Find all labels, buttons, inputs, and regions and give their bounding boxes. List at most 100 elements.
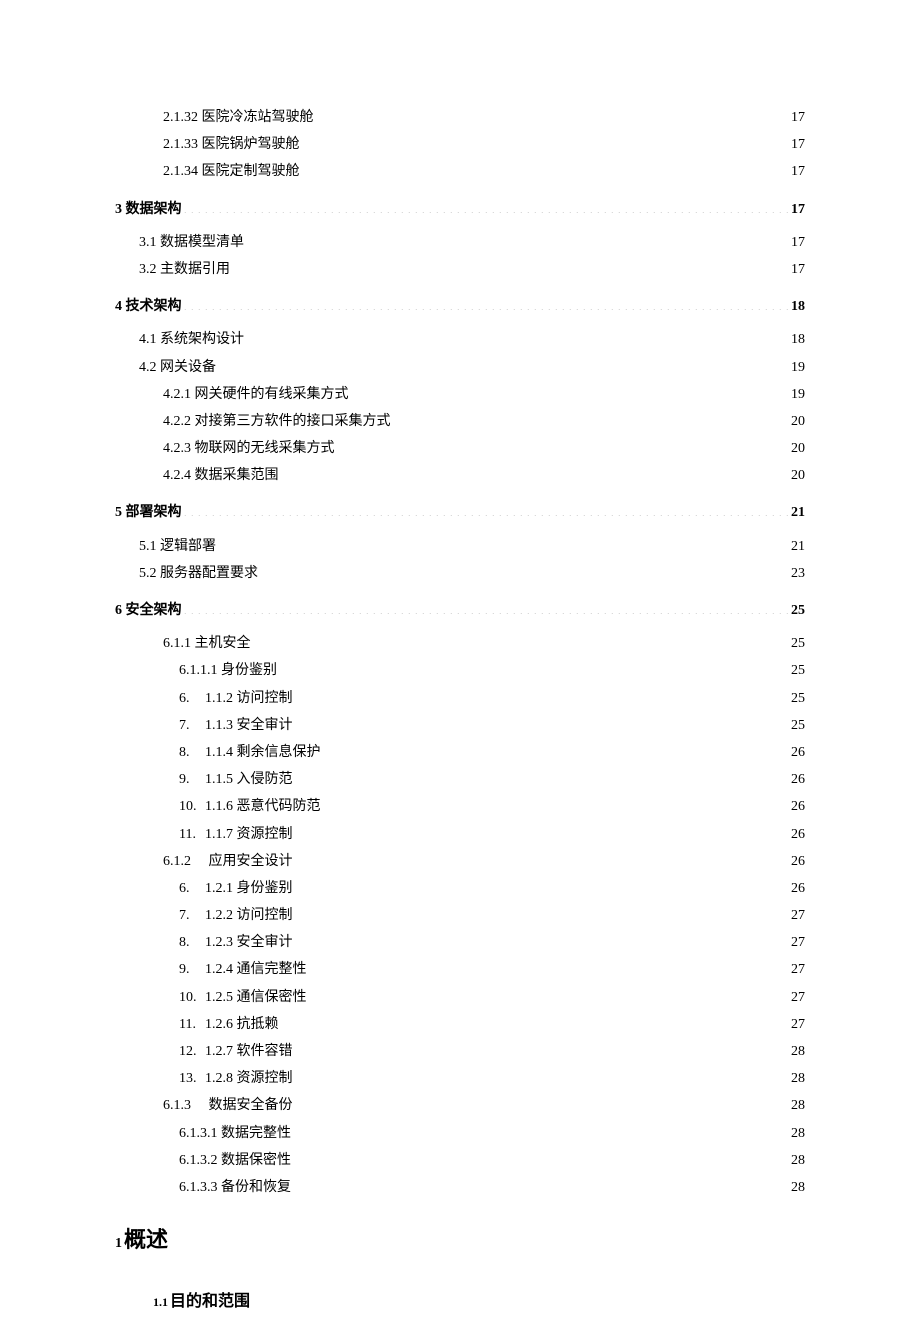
toc-page-number: 17 bbox=[791, 159, 805, 184]
toc-label: 9.1.2.4 通信完整性 bbox=[179, 957, 307, 982]
toc-leader-dots bbox=[184, 199, 790, 213]
toc-page-number: 26 bbox=[791, 794, 805, 819]
toc-leader-dots bbox=[323, 796, 790, 810]
toc-page-number: 17 bbox=[791, 105, 805, 130]
toc-entry[interactable]: 2.1.33 医院锅炉驾驶舱17 bbox=[115, 132, 805, 157]
toc-label: 6.1.2 应用安全设计 bbox=[163, 849, 293, 874]
toc-page-number: 28 bbox=[791, 1066, 805, 1091]
toc-entry[interactable]: 9.1.2.4 通信完整性27 bbox=[115, 957, 805, 982]
toc-leader-dots bbox=[323, 742, 790, 756]
toc-page-number: 17 bbox=[791, 230, 805, 255]
toc-entry[interactable]: 3 数据架构 17 bbox=[115, 197, 805, 222]
toc-label: 2.1.34 医院定制驾驶舱 bbox=[163, 159, 300, 184]
toc-entry[interactable]: 4.2.3 物联网的无线采集方式20 bbox=[115, 436, 805, 461]
toc-leader-dots bbox=[184, 502, 790, 516]
toc-list-number: 10. bbox=[179, 985, 205, 1010]
toc-list-number: 12. bbox=[179, 1039, 205, 1064]
toc-label: 5.2 服务器配置要求 bbox=[139, 561, 258, 586]
toc-leader-dots bbox=[295, 905, 790, 919]
toc-entry[interactable]: 11.1.2.6 抗抵赖27 bbox=[115, 1012, 805, 1037]
toc-page-number: 20 bbox=[791, 463, 805, 488]
toc-leader-dots bbox=[393, 411, 790, 425]
toc-label: 3.1 数据模型清单 bbox=[139, 230, 244, 255]
toc-entry[interactable]: 4.1 系统架构设计18 bbox=[115, 327, 805, 352]
toc-leader-dots bbox=[246, 329, 789, 343]
toc-entry[interactable]: 10.1.1.6 恶意代码防范26 bbox=[115, 794, 805, 819]
toc-leader-dots bbox=[295, 878, 790, 892]
toc-list-number: 13. bbox=[179, 1066, 205, 1091]
toc-entry[interactable]: 6.1.1.2 访问控制25 bbox=[115, 686, 805, 711]
table-of-contents: 2.1.32 医院冷冻站驾驶舱172.1.33 医院锅炉驾驶舱172.1.34 … bbox=[115, 105, 805, 1200]
toc-entry[interactable]: 5.1 逻辑部署21 bbox=[115, 534, 805, 559]
toc-label: 7.1.1.3 安全审计 bbox=[179, 713, 293, 738]
toc-page-number: 28 bbox=[791, 1093, 805, 1118]
toc-list-number: 7. bbox=[179, 903, 205, 928]
toc-entry[interactable]: 6.1.1.1 身份鉴别25 bbox=[115, 658, 805, 683]
toc-label: 6.1.3.2 数据保密性 bbox=[179, 1148, 291, 1173]
toc-page-number: 27 bbox=[791, 985, 805, 1010]
toc-label: 3 数据架构 bbox=[115, 197, 182, 222]
toc-entry[interactable]: 7.1.2.2 访问控制27 bbox=[115, 903, 805, 928]
toc-label: 6 安全架构 bbox=[115, 598, 182, 623]
toc-label: 4.1 系统架构设计 bbox=[139, 327, 244, 352]
toc-entry[interactable]: 5.2 服务器配置要求 23 bbox=[115, 561, 805, 586]
toc-entry[interactable]: 3.2 主数据引用17 bbox=[115, 257, 805, 282]
toc-entry[interactable]: 11.1.1.7 资源控制26 bbox=[115, 822, 805, 847]
toc-entry[interactable]: 6.1.3.2 数据保密性28 bbox=[115, 1148, 805, 1173]
toc-leader-dots bbox=[293, 1123, 789, 1137]
toc-page-number: 20 bbox=[791, 436, 805, 461]
toc-entry[interactable]: 4.2.2 对接第三方软件的接口采集方式20 bbox=[115, 409, 805, 434]
toc-page-number: 23 bbox=[791, 561, 805, 586]
toc-entry[interactable]: 4.2.4 数据采集范围 20 bbox=[115, 463, 805, 488]
toc-page-number: 17 bbox=[791, 197, 805, 222]
toc-entry[interactable]: 4 技术架构18 bbox=[115, 294, 805, 319]
toc-page-number: 21 bbox=[791, 500, 805, 525]
toc-page-number: 27 bbox=[791, 930, 805, 955]
toc-leader-dots bbox=[218, 357, 789, 371]
toc-entry[interactable]: 4.2 网关设备19 bbox=[115, 355, 805, 380]
toc-entry[interactable]: 2.1.32 医院冷冻站驾驶舱 17 bbox=[115, 105, 805, 130]
toc-label: 6.1.2.1 身份鉴别 bbox=[179, 876, 293, 901]
toc-leader-dots bbox=[232, 259, 789, 273]
toc-page-number: 26 bbox=[791, 740, 805, 765]
toc-entry[interactable]: 6.1.3.1 数据完整性28 bbox=[115, 1121, 805, 1146]
toc-entry[interactable]: 6.1.1 主机安全25 bbox=[115, 631, 805, 656]
toc-page-number: 26 bbox=[791, 876, 805, 901]
toc-page-number: 25 bbox=[791, 598, 805, 623]
toc-entry[interactable]: 3.1 数据模型清单 17 bbox=[115, 230, 805, 255]
toc-label: 8.1.2.3 安全审计 bbox=[179, 930, 293, 955]
toc-entry[interactable]: 13.1.2.8 资源控制28 bbox=[115, 1066, 805, 1091]
toc-entry[interactable]: 2.1.34 医院定制驾驶舱 17 bbox=[115, 159, 805, 184]
toc-page-number: 17 bbox=[791, 132, 805, 157]
toc-entry[interactable]: 7.1.1.3 安全审计25 bbox=[115, 713, 805, 738]
toc-list-number: 7. bbox=[179, 713, 205, 738]
toc-entry[interactable]: 6.1.3.3 备份和恢复28 bbox=[115, 1175, 805, 1200]
toc-entry[interactable]: 6.1.3 数据安全备份28 bbox=[115, 1093, 805, 1118]
toc-page-number: 17 bbox=[791, 257, 805, 282]
toc-leader-dots bbox=[295, 1041, 790, 1055]
toc-label: 2.1.32 医院冷冻站驾驶舱 bbox=[163, 105, 314, 130]
toc-entry[interactable]: 5 部署架构21 bbox=[115, 500, 805, 525]
toc-entry[interactable]: 9.1.1.5 入侵防范26 bbox=[115, 767, 805, 792]
toc-list-number: 8. bbox=[179, 930, 205, 955]
toc-leader-dots bbox=[253, 633, 790, 647]
toc-leader-dots bbox=[309, 987, 790, 1001]
toc-entry[interactable]: 4.2.1 网关硬件的有线采集方式19 bbox=[115, 382, 805, 407]
toc-entry[interactable]: 10.1.2.5 通信保密性27 bbox=[115, 985, 805, 1010]
toc-entry[interactable]: 6.1.2.1 身份鉴别 26 bbox=[115, 876, 805, 901]
toc-page-number: 28 bbox=[791, 1121, 805, 1146]
toc-entry[interactable]: 8.1.2.3 安全审计 27 bbox=[115, 930, 805, 955]
heading-1-1-number: 1.1 bbox=[153, 1295, 168, 1309]
toc-leader-dots bbox=[295, 715, 790, 729]
toc-list-number: 11. bbox=[179, 1012, 205, 1037]
toc-label: 5.1 逻辑部署 bbox=[139, 534, 216, 559]
heading-1-number: 1 bbox=[115, 1236, 122, 1251]
toc-page-number: 26 bbox=[791, 822, 805, 847]
toc-label: 8.1.1.4 剩余信息保护 bbox=[179, 740, 321, 765]
toc-label: 4.2.4 数据采集范围 bbox=[163, 463, 279, 488]
toc-entry[interactable]: 8.1.1.4 剩余信息保护 26 bbox=[115, 740, 805, 765]
toc-entry[interactable]: 6.1.2 应用安全设计26 bbox=[115, 849, 805, 874]
toc-leader-dots bbox=[316, 107, 790, 121]
toc-entry[interactable]: 12.1.2.7 软件容错28 bbox=[115, 1039, 805, 1064]
toc-entry[interactable]: 6 安全架构 25 bbox=[115, 598, 805, 623]
